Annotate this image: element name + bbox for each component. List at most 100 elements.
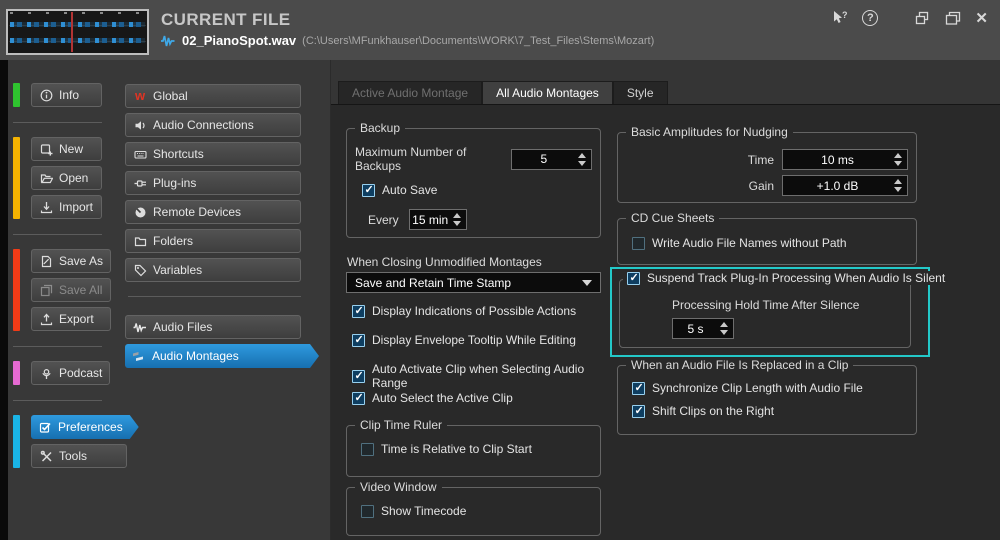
help-icon[interactable]: ? bbox=[862, 10, 879, 26]
close-icon[interactable]: ✕ bbox=[975, 9, 988, 27]
sidebar-item-label: New bbox=[59, 142, 84, 156]
display-indications-checkbox[interactable] bbox=[352, 304, 365, 318]
category-audio-connections[interactable]: Audio Connections bbox=[125, 113, 301, 137]
clone-window-icon[interactable] bbox=[914, 10, 931, 26]
option-row: Time is Relative to Clip Start bbox=[361, 442, 600, 456]
auto-save-checkbox[interactable] bbox=[362, 183, 375, 197]
envelope-tooltip-checkbox[interactable] bbox=[352, 333, 365, 347]
current-file-line: 02_PianoSpot.wav (C:\Users\MFunkhauser\D… bbox=[160, 33, 654, 48]
settings-tabs: Active Audio Montage All Audio Montages … bbox=[338, 81, 668, 104]
category-label: Audio Connections bbox=[153, 118, 254, 132]
write-names-without-path-checkbox[interactable] bbox=[632, 236, 645, 250]
waveform-thumbnail[interactable] bbox=[6, 9, 149, 55]
option-row: Synchronize Clip Length with Audio File bbox=[632, 381, 916, 395]
auto-save-interval-spinner[interactable]: 15 min bbox=[408, 209, 467, 230]
sidebar-item-save-all[interactable]: Save All bbox=[31, 278, 112, 302]
category-plug-ins[interactable]: Plug-ins bbox=[125, 171, 301, 195]
audio-wave-icon bbox=[133, 321, 147, 334]
save-group: Save As Save All Export bbox=[13, 249, 116, 331]
sidebar-item-new[interactable]: New bbox=[31, 137, 102, 161]
sidebar-item-podcast[interactable]: Podcast bbox=[31, 361, 111, 385]
spinner-arrows[interactable] bbox=[892, 153, 907, 166]
category-audio-files[interactable]: Audio Files bbox=[125, 315, 301, 339]
category-label: Shortcuts bbox=[153, 147, 204, 161]
max-backups-spinner[interactable]: 5 bbox=[510, 148, 592, 170]
left-edge-strip bbox=[0, 60, 8, 540]
checkbox-label: Auto Select the Active Clip bbox=[372, 391, 513, 405]
checkbox-label: Suspend Track Plug-In Processing When Au… bbox=[647, 271, 946, 285]
tab-all-audio-montages[interactable]: All Audio Montages bbox=[482, 81, 613, 104]
waveform-icon bbox=[160, 33, 176, 48]
category-shortcuts[interactable]: Shortcuts bbox=[125, 142, 301, 166]
auto-select-clip-checkbox[interactable] bbox=[352, 391, 365, 405]
file-sidebar: Info New Open Import Save As Save All Ex… bbox=[0, 60, 116, 540]
context-help-icon[interactable]: ? bbox=[831, 10, 848, 26]
option-row: Write Audio File Names without Path bbox=[632, 236, 916, 250]
spinner-arrows[interactable] bbox=[718, 322, 733, 335]
import-icon bbox=[39, 201, 53, 214]
sidebar-separator bbox=[13, 122, 102, 123]
every-label: Every bbox=[368, 212, 399, 227]
podcast-group-bar bbox=[13, 361, 20, 385]
nudge-gain-spinner[interactable]: +1.0 dB bbox=[782, 175, 908, 196]
show-timecode-checkbox[interactable] bbox=[361, 504, 374, 518]
nudging-group: Basic Amplitudes for Nudging Time 10 ms … bbox=[617, 125, 917, 203]
group-title: Video Window bbox=[355, 480, 442, 494]
restore-window-icon[interactable] bbox=[945, 11, 961, 26]
settings-panel: Backup Maximum Number of Backups 5 Auto … bbox=[331, 104, 1000, 540]
category-label: Plug-ins bbox=[153, 176, 197, 190]
file-group-bar bbox=[13, 137, 20, 219]
svg-text:?: ? bbox=[842, 10, 848, 20]
tag-icon bbox=[133, 264, 147, 277]
option-row: Show Timecode bbox=[361, 504, 600, 518]
settings-column-left: Backup Maximum Number of Backups 5 Auto … bbox=[346, 105, 601, 540]
wavelab-logo-icon: w bbox=[134, 88, 146, 103]
preferences-icon bbox=[38, 421, 52, 434]
sidebar-item-export[interactable]: Export bbox=[31, 307, 112, 331]
sidebar-separator bbox=[13, 400, 102, 401]
export-icon bbox=[39, 313, 53, 326]
option-row: Auto Select the Active Clip bbox=[352, 391, 513, 405]
category-label: Audio Montages bbox=[152, 349, 239, 363]
hold-time-spinner[interactable]: 5 s bbox=[672, 318, 734, 339]
auto-activate-clip-checkbox[interactable] bbox=[352, 369, 365, 383]
category-label: Folders bbox=[153, 234, 194, 248]
synchronize-clip-length-checkbox[interactable] bbox=[632, 381, 645, 395]
relative-time-checkbox[interactable] bbox=[361, 442, 374, 456]
section-title: CURRENT FILE bbox=[161, 10, 291, 29]
category-global[interactable]: w Global bbox=[125, 84, 301, 108]
closing-montages-dropdown[interactable]: Save and Retain Time Stamp bbox=[346, 272, 601, 293]
nudge-time-spinner[interactable]: 10 ms bbox=[782, 149, 908, 170]
categories-separator bbox=[128, 296, 301, 297]
hold-time-label: Processing Hold Time After Silence bbox=[672, 298, 860, 312]
settings-group-bar bbox=[13, 415, 20, 468]
category-variables[interactable]: Variables bbox=[125, 258, 301, 282]
sidebar-item-info[interactable]: Info bbox=[31, 83, 102, 107]
info-group-bar bbox=[13, 83, 20, 107]
sidebar-item-label: Save As bbox=[59, 254, 104, 268]
video-window-group: Video Window Show Timecode bbox=[346, 480, 601, 536]
suspend-processing-checkbox[interactable] bbox=[627, 271, 640, 285]
sidebar-item-save-as[interactable]: Save As bbox=[31, 249, 112, 273]
podcast-group: Podcast bbox=[13, 361, 116, 385]
category-remote-devices[interactable]: Remote Devices bbox=[125, 200, 301, 224]
option-row: Display Envelope Tooltip While Editing bbox=[352, 333, 576, 347]
spinner-arrows[interactable] bbox=[576, 152, 591, 166]
shift-clips-right-checkbox[interactable] bbox=[632, 404, 645, 418]
spinner-arrows[interactable] bbox=[892, 179, 907, 192]
file-replaced-group: When an Audio File Is Replaced in a Clip… bbox=[617, 358, 917, 435]
settings-column-right: Basic Amplitudes for Nudging Time 10 ms … bbox=[610, 105, 950, 540]
settings-group: Preferences Tools bbox=[13, 415, 116, 468]
checkbox-label: Auto Activate Clip when Selecting Audio … bbox=[372, 362, 585, 390]
tab-style[interactable]: Style bbox=[612, 81, 668, 104]
sidebar-item-open[interactable]: Open bbox=[31, 166, 102, 190]
tab-active-audio-montage[interactable]: Active Audio Montage bbox=[338, 81, 483, 104]
plug-icon bbox=[133, 177, 147, 190]
category-audio-montages[interactable]: Audio Montages bbox=[125, 344, 319, 368]
sidebar-item-tools[interactable]: Tools bbox=[31, 444, 127, 468]
sidebar-item-label: Open bbox=[59, 171, 89, 185]
spinner-arrows[interactable] bbox=[451, 213, 466, 226]
sidebar-item-import[interactable]: Import bbox=[31, 195, 102, 219]
category-folders[interactable]: Folders bbox=[125, 229, 301, 253]
nudge-time-label: Time bbox=[747, 152, 774, 167]
